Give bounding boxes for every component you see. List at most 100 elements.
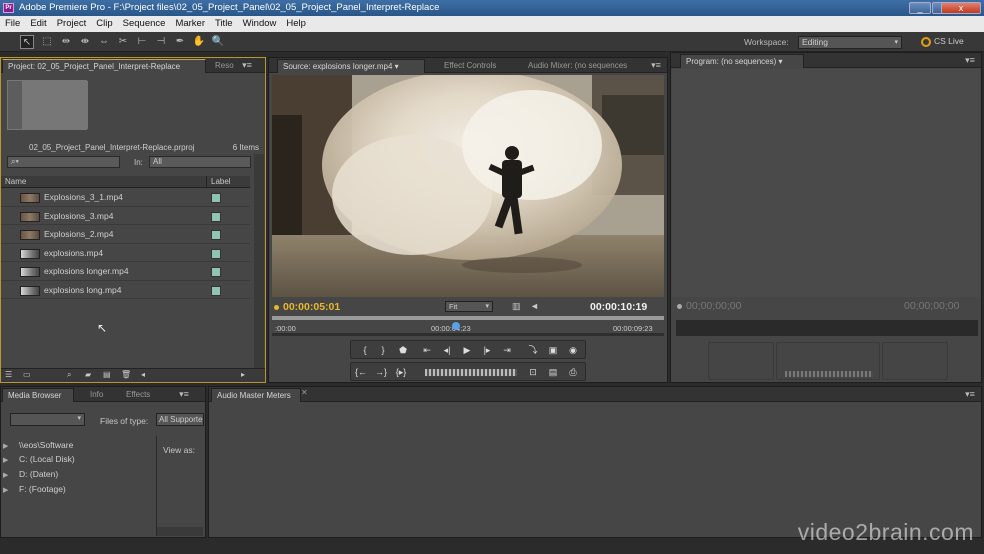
mark-out-icon[interactable]: } <box>375 343 391 357</box>
menu-sequence[interactable]: Sequence <box>118 16 171 32</box>
files-of-type-dropdown[interactable]: All Supported <box>156 413 204 426</box>
menu-project[interactable]: Project <box>52 16 92 32</box>
go-to-out-icon[interactable]: ⇥ <box>499 343 515 357</box>
menu-title[interactable]: Title <box>210 16 238 32</box>
label-swatch[interactable] <box>211 230 221 240</box>
tab-effect-controls[interactable]: Effect Controls <box>439 59 509 73</box>
menu-file[interactable]: File <box>0 16 25 32</box>
menu-clip[interactable]: Clip <box>91 16 117 32</box>
expand-arrow-icon[interactable]: ▶ <box>3 484 19 498</box>
go-to-previous-marker-icon[interactable]: {← <box>353 365 369 379</box>
menu-help[interactable]: Help <box>281 16 311 32</box>
zoom-fit-dropdown[interactable]: Fit ▾ <box>445 301 493 312</box>
jog-shuttle[interactable] <box>425 369 517 376</box>
play-icon[interactable]: ▶ <box>459 343 475 357</box>
tab-resource[interactable]: Reso <box>210 59 238 73</box>
settings-icon[interactable]: ◄ <box>530 301 539 311</box>
label-swatch[interactable] <box>211 211 221 222</box>
project-item-row[interactable]: Explosions_3_1.mp4 <box>1 188 250 207</box>
project-item-row[interactable]: explosions.mp4 <box>1 244 250 262</box>
tree-item-c-drive[interactable]: ▶ C: (Local Disk) <box>3 452 75 466</box>
new-item-icon[interactable]: ▤ <box>103 370 111 379</box>
step-forward-icon[interactable]: |▸ <box>479 343 495 357</box>
slip-tool-icon[interactable]: ⊢ <box>135 35 149 49</box>
cs-live-button[interactable]: CS Live <box>921 36 964 47</box>
pane-divider[interactable] <box>156 436 157 536</box>
close-button[interactable]: x <box>941 2 981 14</box>
recent-dirs-dropdown[interactable]: ▾ <box>10 413 85 426</box>
clear-icon[interactable]: 🗑 <box>121 370 131 379</box>
tab-project[interactable]: Project: 02_05_Project_Panel_Interpret-R… <box>2 59 206 73</box>
ripple-edit-tool-icon[interactable]: ⇹ <box>59 35 73 49</box>
new-bin-icon[interactable]: ▰ <box>85 370 91 379</box>
panel-menu-icon[interactable]: ▾≡ <box>963 54 977 66</box>
export-frame-icon[interactable]: ◉ <box>565 343 581 357</box>
tab-close-icon[interactable]: ✕ <box>301 388 308 397</box>
slide-tool-icon[interactable]: ⊣ <box>154 35 168 49</box>
tree-item-d-drive[interactable]: ▶ D: (Daten) <box>3 467 58 481</box>
program-current-timecode[interactable]: 00;00;00;00 <box>686 300 741 312</box>
step-back-icon[interactable]: ◂| <box>439 343 455 357</box>
scroll-right-icon[interactable]: ▸ <box>241 370 245 379</box>
camera-icon[interactable]: ⎙ <box>565 365 581 379</box>
project-item-row[interactable]: explosions longer.mp4 <box>1 262 250 281</box>
panel-menu-icon[interactable]: ▾≡ <box>963 388 977 400</box>
source-time-ruler[interactable] <box>272 316 664 320</box>
zoom-tool-icon[interactable]: 🔍 <box>211 35 225 49</box>
overwrite-icon[interactable]: ▣ <box>545 343 561 357</box>
tree-item-f-drive[interactable]: ▶ F: (Footage) <box>3 482 66 496</box>
column-label[interactable]: Label <box>206 176 231 188</box>
go-to-next-marker-icon[interactable]: →} <box>373 365 389 379</box>
menu-marker[interactable]: Marker <box>170 16 210 32</box>
project-item-row[interactable]: Explosions_3.mp4 <box>1 207 250 225</box>
output-icon[interactable]: ▥ <box>512 301 521 312</box>
expand-arrow-icon[interactable]: ▶ <box>3 454 19 468</box>
panel-menu-icon[interactable]: ▾≡ <box>649 59 663 71</box>
project-search-input[interactable]: ⌕▾ <box>7 156 120 168</box>
set-marker-icon[interactable]: ⬟ <box>395 343 411 357</box>
safe-margins-icon[interactable]: ▤ <box>545 365 561 379</box>
source-current-timecode[interactable]: 00:00:05:01 <box>283 301 340 313</box>
icon-view-icon[interactable]: ▭ <box>23 370 31 379</box>
list-view-icon[interactable]: ☰ <box>5 370 12 379</box>
media-browser-scrollbar[interactable] <box>157 527 203 536</box>
pen-tool-icon[interactable]: ✒ <box>173 35 187 49</box>
tab-source[interactable]: Source: explosions longer.mp4 ▾ <box>277 59 425 73</box>
minimize-button[interactable]: _ <box>909 2 931 14</box>
project-item-row[interactable]: Explosions_2.mp4 <box>1 225 250 244</box>
play-in-to-out-icon[interactable]: {▸} <box>393 365 409 379</box>
tree-item-eos-software[interactable]: ▶ \\eos\Software <box>3 438 73 452</box>
label-swatch[interactable] <box>211 285 221 296</box>
scroll-left-icon[interactable]: ◂ <box>141 370 145 379</box>
selection-tool-icon[interactable]: ↖ <box>20 35 34 49</box>
find-icon[interactable]: ⌕ <box>67 370 71 380</box>
in-dropdown[interactable]: All <box>149 156 251 168</box>
label-swatch[interactable] <box>211 248 221 259</box>
panel-menu-icon[interactable]: ▾≡ <box>177 388 191 400</box>
rolling-edit-tool-icon[interactable]: ⇼ <box>78 35 92 49</box>
tab-audio-mixer[interactable]: Audio Mixer: (no sequences <box>523 59 641 73</box>
tab-effects[interactable]: Effects <box>121 388 161 402</box>
menu-window[interactable]: Window <box>238 16 282 32</box>
tab-audio-master-meters[interactable]: Audio Master Meters <box>211 388 301 402</box>
program-time-ruler[interactable] <box>676 320 978 336</box>
program-jog-shuttle[interactable] <box>785 371 873 377</box>
tab-info[interactable]: Info <box>85 388 115 402</box>
expand-arrow-icon[interactable]: ▶ <box>3 469 19 483</box>
project-vertical-scrollbar[interactable] <box>254 154 264 368</box>
menu-edit[interactable]: Edit <box>25 16 51 32</box>
label-swatch[interactable] <box>211 267 221 277</box>
hand-tool-icon[interactable]: ✋ <box>192 35 206 49</box>
panel-menu-icon[interactable]: ▾≡ <box>240 59 254 71</box>
project-item-row[interactable]: explosions long.mp4 <box>1 281 250 299</box>
insert-icon[interactable]: ⤵ <box>525 343 541 357</box>
column-name[interactable]: Name <box>5 176 26 188</box>
tab-program[interactable]: Program: (no sequences) ▾ <box>680 54 804 68</box>
rate-stretch-tool-icon[interactable]: ⇔ <box>97 35 111 49</box>
loop-icon[interactable]: ⊡ <box>525 365 541 379</box>
source-zoom-bar[interactable] <box>272 333 664 336</box>
label-swatch[interactable] <box>211 193 221 203</box>
tab-media-browser[interactable]: Media Browser <box>2 388 74 402</box>
razor-tool-icon[interactable]: ✂ <box>116 35 130 49</box>
track-select-tool-icon[interactable]: ⬚ <box>40 35 54 49</box>
